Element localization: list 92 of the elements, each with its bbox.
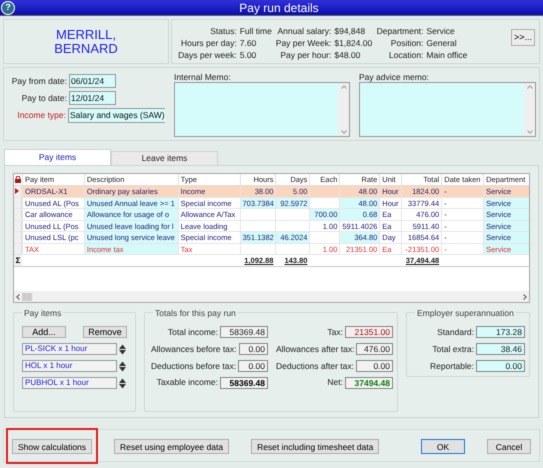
total-value: 37494.48 xyxy=(345,376,393,389)
add-button[interactable]: Add... xyxy=(22,326,66,338)
group-title: Employer superannuation xyxy=(415,307,516,320)
info-label: Location: xyxy=(388,50,424,61)
scrollbar-thumb[interactable] xyxy=(22,292,32,300)
tab[interactable]: Leave items xyxy=(111,151,218,165)
total-value: 476.00 xyxy=(356,343,393,356)
super-label: Total extra: xyxy=(432,342,474,356)
more-button[interactable]: >>... xyxy=(511,29,535,46)
chevron-right-icon xyxy=(523,294,527,300)
super-value: 173.28 xyxy=(476,326,525,338)
info-label: Days per week: xyxy=(177,50,237,61)
info-value: Full time xyxy=(240,26,273,37)
down-arrow-icon xyxy=(119,366,126,372)
field-label: Pay to date: xyxy=(20,92,67,104)
total-label: Allowances after tax: xyxy=(276,342,354,356)
current-row-icon xyxy=(15,188,20,194)
total-label: Allowances before tax: xyxy=(151,342,237,356)
up-arrow-icon xyxy=(119,378,126,382)
spin-buttons[interactable] xyxy=(119,344,126,354)
pay-item-field[interactable]: HOL x 1 hour xyxy=(22,360,117,372)
pay-item-field[interactable]: PL-SICK x 1 hour xyxy=(22,343,117,355)
scrollbar[interactable] xyxy=(524,83,535,136)
total-value: 21351.00 xyxy=(345,326,393,338)
info-label: Position: xyxy=(390,38,424,49)
super-value: 38.46 xyxy=(476,343,525,356)
total-label: Taxable income: xyxy=(156,376,218,389)
sum-marker: Σ xyxy=(14,255,22,266)
total-value: 0.00 xyxy=(238,360,268,372)
up-arrow-icon xyxy=(119,360,126,366)
total-label: Total income: xyxy=(168,326,218,339)
spin-buttons[interactable] xyxy=(119,378,126,388)
employee-name: MERRILL, BERNARD xyxy=(53,28,119,56)
total-value: 0.00 xyxy=(238,343,268,356)
info-value: 7.60 xyxy=(240,38,258,49)
date-field[interactable]: 12/01/24 xyxy=(69,91,116,105)
total-label: Tax: xyxy=(327,326,343,339)
info-value: $48.00 xyxy=(334,50,362,61)
pay-item-field[interactable]: PUBHOL x 1 hour xyxy=(22,377,117,389)
info-value: $1,824.00 xyxy=(334,38,374,49)
memo-field[interactable] xyxy=(174,82,350,137)
info-value: Main office xyxy=(426,50,468,61)
chevron-up-icon xyxy=(526,85,532,89)
up-arrow-icon xyxy=(119,344,126,348)
info-value: Service xyxy=(426,26,456,37)
field-label: Pay from date: xyxy=(10,74,67,88)
scrollbar[interactable] xyxy=(338,83,349,136)
chevron-down-icon xyxy=(340,130,346,134)
info-value: General xyxy=(426,38,458,49)
group-title: Totals for this pay run xyxy=(153,307,238,320)
memo-label: Pay advice memo: xyxy=(359,72,430,82)
income-type-dropdown[interactable]: Salary and wages (SAW) xyxy=(68,108,165,123)
total-value: 58369.48 xyxy=(220,376,268,389)
field-label: Income type: xyxy=(16,109,66,122)
total-value: 58369.48 xyxy=(220,326,268,338)
down-arrow-icon xyxy=(119,350,126,354)
dialog-button[interactable]: Reset using employee data xyxy=(114,439,230,454)
dialog-button[interactable]: Reset including timesheet data xyxy=(251,439,380,454)
info-label: Annual salary: xyxy=(276,26,332,37)
dialog-button[interactable]: Show calculations xyxy=(12,439,92,454)
row-header[interactable] xyxy=(14,186,22,196)
info-label: Hours per day: xyxy=(180,38,237,49)
total-value: 0.00 xyxy=(356,360,393,372)
spin-buttons[interactable] xyxy=(119,360,126,372)
window-title: Pay run details xyxy=(238,0,320,16)
tab[interactable]: Pay items xyxy=(4,149,111,165)
memo-field[interactable] xyxy=(359,82,536,137)
total-label: Net: xyxy=(327,376,343,389)
dialog-button[interactable]: Cancel xyxy=(487,439,531,454)
remove-button[interactable]: Remove xyxy=(83,326,127,338)
total-label: Deductions before tax: xyxy=(151,360,236,372)
total-label: Deductions after tax: xyxy=(276,360,354,372)
info-label: Status: xyxy=(209,26,237,37)
lock-icon xyxy=(14,176,21,183)
dialog-button[interactable]: OK xyxy=(421,439,465,454)
info-label: Pay per hour: xyxy=(279,50,332,61)
super-value: 0.00 xyxy=(476,360,525,372)
down-arrow-icon xyxy=(119,384,126,388)
horizontal-scrollbar[interactable] xyxy=(14,291,529,302)
chevron-up-icon xyxy=(340,85,346,89)
group-title: Pay items xyxy=(22,307,64,320)
date-field[interactable]: 06/01/24 xyxy=(69,74,116,88)
chevron-left-icon xyxy=(16,294,20,300)
super-label: Standard: xyxy=(437,326,474,339)
memo-label: Internal Memo: xyxy=(174,72,232,82)
info-value: 5.00 xyxy=(240,50,258,61)
info-label: Pay per Week: xyxy=(274,38,332,49)
info-label: Department: xyxy=(376,26,424,37)
help-button[interactable]: ? xyxy=(1,0,15,14)
chevron-down-icon xyxy=(526,130,532,134)
super-label: Reportable: xyxy=(430,360,474,372)
info-value: $94,848 xyxy=(334,26,366,37)
